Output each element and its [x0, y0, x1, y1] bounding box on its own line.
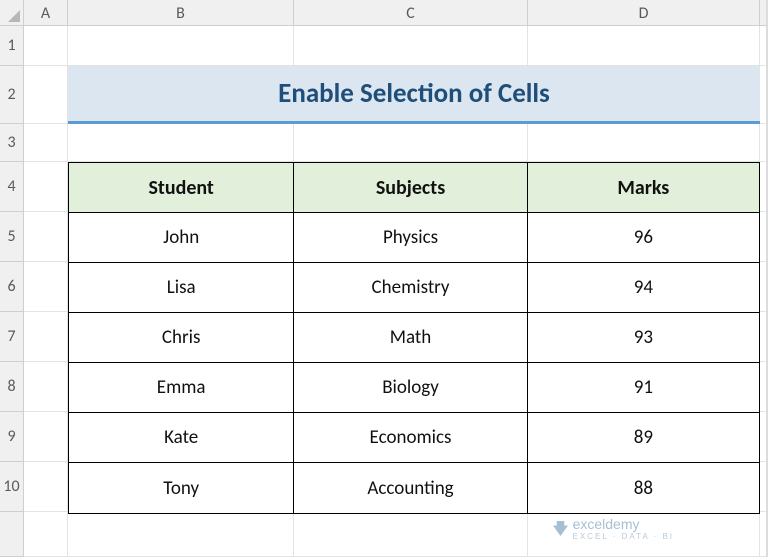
- row-header-7[interactable]: 7: [0, 312, 23, 362]
- table-cell[interactable]: 89: [528, 413, 759, 463]
- cell[interactable]: [68, 26, 294, 66]
- table-cell[interactable]: 88: [528, 463, 759, 513]
- table-cell[interactable]: Chris: [69, 313, 294, 363]
- cell[interactable]: [24, 512, 68, 557]
- cell[interactable]: [24, 312, 68, 362]
- row-header-extra[interactable]: [0, 512, 23, 557]
- table-cell[interactable]: Lisa: [69, 263, 294, 313]
- row-header-8[interactable]: 8: [0, 362, 23, 412]
- row-header-9[interactable]: 9: [0, 412, 23, 462]
- table-cell[interactable]: Math: [294, 313, 527, 363]
- table-cell[interactable]: Economics: [294, 413, 527, 463]
- column-header-c[interactable]: C: [294, 0, 528, 26]
- watermark-brand: exceldemy: [573, 516, 640, 532]
- table-cell[interactable]: Biology: [294, 363, 527, 413]
- cell[interactable]: [24, 412, 68, 462]
- table-header-marks[interactable]: Marks: [528, 163, 759, 213]
- cell[interactable]: [294, 512, 528, 557]
- table-cell[interactable]: Physics: [294, 213, 527, 263]
- column-header-a[interactable]: A: [24, 0, 68, 26]
- cell[interactable]: [68, 124, 294, 162]
- row-header-4[interactable]: 4: [0, 162, 23, 212]
- table-header-subjects[interactable]: Subjects: [294, 163, 527, 213]
- cell[interactable]: [294, 26, 528, 66]
- table-cell[interactable]: 93: [528, 313, 759, 363]
- table-cell[interactable]: 91: [528, 363, 759, 413]
- cell[interactable]: [24, 26, 68, 66]
- row-header-10[interactable]: 10: [0, 462, 23, 512]
- cell[interactable]: [528, 26, 760, 66]
- table-cell[interactable]: 96: [528, 213, 759, 263]
- table-cell[interactable]: Chemistry: [294, 263, 527, 313]
- cell[interactable]: [24, 66, 68, 124]
- cell[interactable]: [68, 512, 294, 557]
- row-header-3[interactable]: 3: [0, 124, 23, 162]
- title-text: Enable Selection of Cells: [278, 77, 550, 110]
- table-cell[interactable]: 94: [528, 263, 759, 313]
- table-cell[interactable]: John: [69, 213, 294, 263]
- cell[interactable]: [24, 124, 68, 162]
- row-header-2[interactable]: 2: [0, 66, 23, 124]
- row-headers: 12345678910: [0, 26, 24, 557]
- row-header-6[interactable]: 6: [0, 262, 23, 312]
- table-cell[interactable]: Emma: [69, 363, 294, 413]
- watermark-tagline: EXCEL · DATA · BI: [573, 532, 674, 541]
- cell[interactable]: [24, 462, 68, 512]
- table-header-student[interactable]: Student: [69, 163, 294, 213]
- watermark: exceldemy EXCEL · DATA · BI: [553, 516, 674, 541]
- cell[interactable]: [24, 212, 68, 262]
- table-cell[interactable]: Accounting: [294, 463, 527, 513]
- data-table: StudentSubjectsMarks JohnPhysics96 LisaChe…: [68, 162, 760, 514]
- cell[interactable]: [24, 362, 68, 412]
- table-cell[interactable]: Tony: [69, 463, 294, 513]
- column-headers: ABCD: [24, 0, 768, 26]
- watermark-icon: [553, 521, 568, 536]
- select-all-triangle[interactable]: [0, 0, 24, 26]
- cell[interactable]: [294, 124, 528, 162]
- row-header-1[interactable]: 1: [0, 26, 23, 66]
- row-header-5[interactable]: 5: [0, 212, 23, 262]
- cell[interactable]: [24, 262, 68, 312]
- title-cell[interactable]: Enable Selection of Cells: [68, 66, 760, 124]
- column-header-b[interactable]: B: [68, 0, 294, 26]
- column-header-d[interactable]: D: [528, 0, 760, 26]
- spreadsheet-grid: Enable Selection of Cells StudentSubject…: [24, 26, 768, 557]
- cell[interactable]: [528, 124, 760, 162]
- table-cell[interactable]: Kate: [69, 413, 294, 463]
- cell[interactable]: [24, 162, 68, 212]
